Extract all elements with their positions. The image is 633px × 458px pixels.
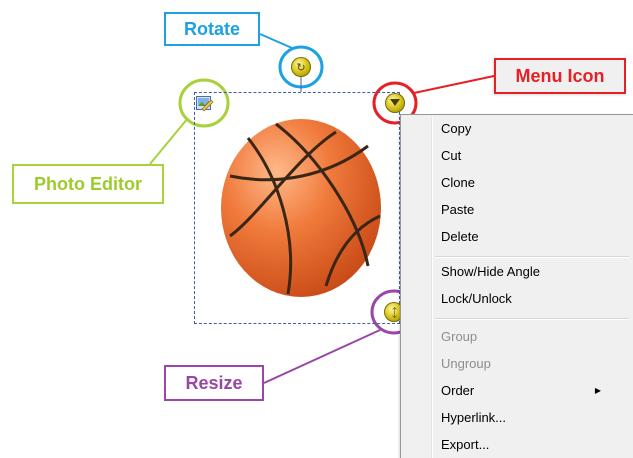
menu-item-order[interactable]: Order ▶ [441,380,621,402]
menu-item-group: Group [441,329,478,344]
menu-icon-connector-line [413,75,495,94]
menu-item-export[interactable]: Export... [441,434,489,456]
resize-callout: Resize [164,365,264,401]
basketball-image[interactable] [218,116,384,300]
rotate-handle-icon[interactable]: ↻ [291,57,311,77]
submenu-arrow-icon: ▶ [594,386,601,395]
menu-icon-gutter [431,117,433,458]
menu-separator [435,318,629,320]
menu-item-copy[interactable]: Copy [441,118,471,140]
photo-editor-icon[interactable] [196,96,214,112]
menu-item-show-hide-angle[interactable]: Show/Hide Angle [441,261,540,283]
menu-item-hyperlink[interactable]: Hyperlink... [441,407,506,429]
resize-connector-line [263,329,381,384]
menu-item-lock-unlock[interactable]: Lock/Unlock [441,288,512,310]
menu-item-paste[interactable]: Paste [441,199,474,221]
menu-item-delete[interactable]: Delete [441,226,479,248]
menu-icon-callout: Menu Icon [494,58,626,94]
menu-item-order-label: Order [441,383,475,398]
context-menu: Copy Cut Clone Paste Delete Show/Hide An… [400,114,633,458]
photo-editor-connector-line [149,117,189,165]
menu-separator [435,256,629,258]
rotate-callout: Rotate [164,12,260,46]
menu-item-ungroup: Ungroup [441,356,491,371]
rotate-connector-line [259,33,293,49]
menu-item-clone[interactable]: Clone [441,172,475,194]
menu-dropdown-icon[interactable] [385,93,405,113]
photo-editor-callout: Photo Editor [12,164,164,204]
menu-item-cut[interactable]: Cut [441,145,461,167]
triangle-down-icon [390,99,400,106]
